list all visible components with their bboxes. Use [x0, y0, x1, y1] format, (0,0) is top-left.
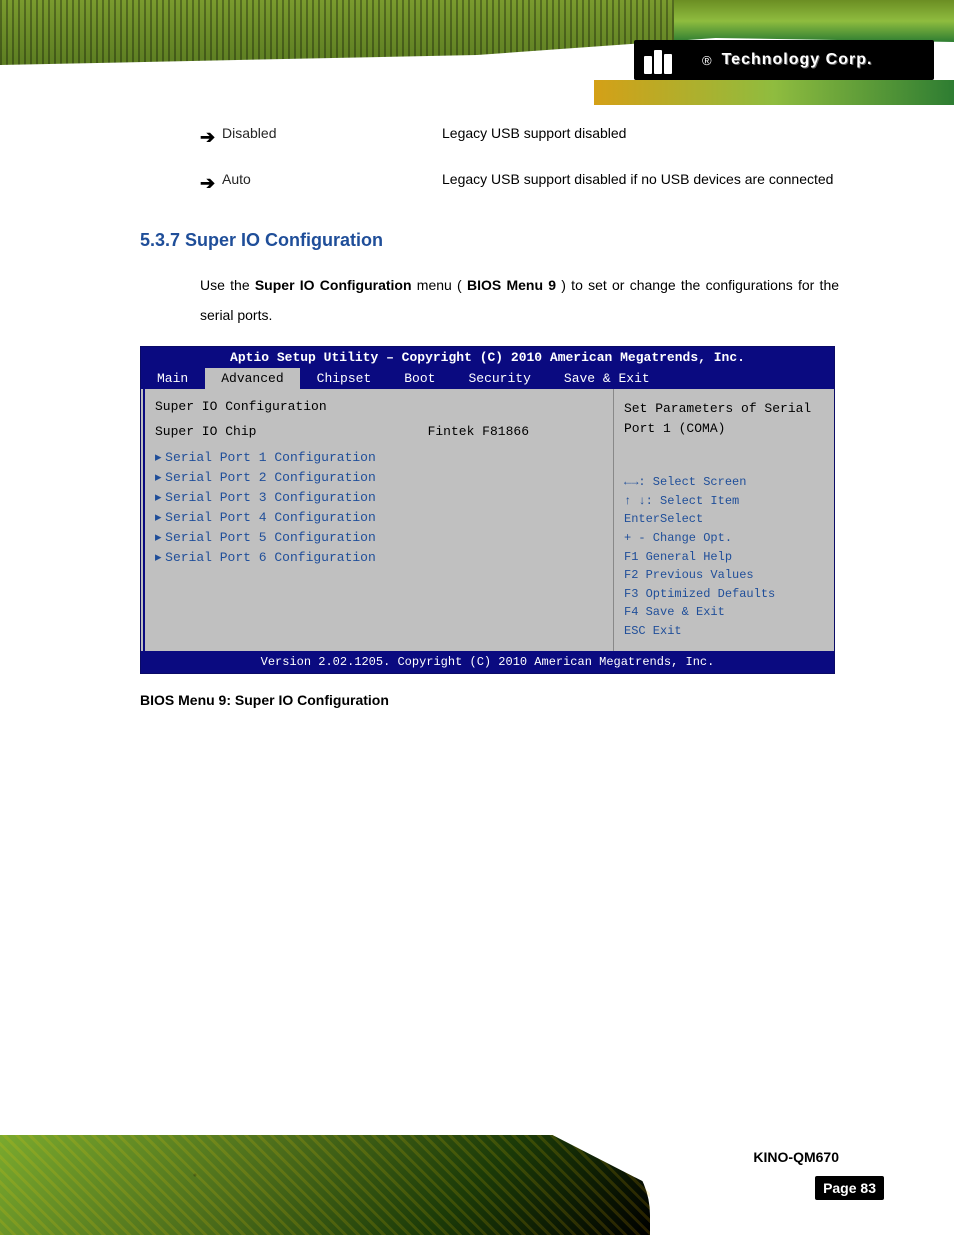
bios-tab-advanced[interactable]: Advanced — [205, 368, 300, 389]
bullet-label: Auto — [222, 166, 442, 193]
caret-right-icon: ▸ — [155, 449, 165, 464]
bios-nav-line: EnterSelect — [624, 510, 824, 529]
arrow-right-icon: ➔ — [200, 166, 222, 200]
bullet-description: Legacy USB support disabled if no USB de… — [442, 166, 839, 193]
product-label: KINO-QM670 — [753, 1149, 839, 1165]
bios-menu-item[interactable]: ▸ Serial Port 1 Configuration — [155, 447, 599, 467]
bios-tab-bar: Main Advanced Chipset Boot Security Save… — [141, 368, 834, 389]
bios-title: Aptio Setup Utility – Copyright (C) 2010… — [141, 347, 834, 368]
bios-menu-item[interactable]: ▸ Serial Port 2 Configuration — [155, 467, 599, 487]
page-number: Page 83 — [815, 1176, 884, 1200]
para-bold: BIOS Menu 9 — [467, 277, 556, 293]
bios-tab-boot[interactable]: Boot — [388, 368, 452, 389]
logo-text: Technology Corp. — [722, 51, 873, 69]
bios-nav-line: ←→: Select Screen — [624, 473, 824, 492]
bios-chip-label: Super IO Chip — [155, 424, 256, 439]
bios-menu-item[interactable]: ▸ Serial Port 5 Configuration — [155, 527, 599, 547]
bios-left-heading: Super IO Configuration — [155, 399, 599, 414]
bios-nav-line: F4 Save & Exit — [624, 603, 824, 622]
bottom-banner: KINO-QM670 Page 83 — [0, 1115, 954, 1235]
bios-item-label: Serial Port 2 Configuration — [165, 470, 376, 485]
section-paragraph: Use the Super IO Configuration menu ( BI… — [200, 271, 839, 330]
bios-menu-item[interactable]: ▸ Serial Port 4 Configuration — [155, 507, 599, 527]
caret-right-icon: ▸ — [155, 509, 165, 524]
bios-menu-item[interactable]: ▸ Serial Port 6 Configuration — [155, 547, 599, 567]
caret-right-icon: ▸ — [155, 489, 165, 504]
bios-item-label: Serial Port 4 Configuration — [165, 510, 376, 525]
bios-item-label: Serial Port 6 Configuration — [165, 550, 376, 565]
bios-menu-item[interactable]: ▸ Serial Port 3 Configuration — [155, 487, 599, 507]
bullet-row: ➔ Disabled Legacy USB support disabled — [200, 120, 839, 154]
bottom-decor — [0, 1135, 650, 1235]
bullet-label: Disabled — [222, 120, 442, 147]
bios-tab-chipset[interactable]: Chipset — [301, 368, 389, 389]
banner-accent-strip — [594, 80, 954, 105]
bios-nav-line: ↑ ↓: Select Item — [624, 492, 824, 511]
bios-nav-line: + - Change Opt. — [624, 529, 824, 548]
bios-footer: Version 2.02.1205. Copyright (C) 2010 Am… — [141, 651, 834, 673]
bullet-row: ➔ Auto Legacy USB support disabled if no… — [200, 166, 839, 200]
bios-right-panel: Set Parameters of Serial Port 1 (COMA) ←… — [614, 389, 834, 650]
bios-tab-main[interactable]: Main — [141, 368, 205, 389]
bios-nav-line: F3 Optimized Defaults — [624, 585, 824, 604]
bios-nav-line: F2 Previous Values — [624, 566, 824, 585]
bios-left-panel: Super IO Configuration Super IO Chip Fin… — [141, 389, 614, 650]
registered-mark: ® — [702, 53, 712, 68]
bios-chip-row: Super IO Chip Fintek F81866 — [155, 424, 599, 439]
bios-item-label: Serial Port 5 Configuration — [165, 530, 376, 545]
arrow-right-icon: ➔ — [200, 120, 222, 154]
logo-strip: ® Technology Corp. — [634, 40, 934, 80]
para-text: Use the — [200, 277, 255, 293]
caret-right-icon: ▸ — [155, 469, 165, 484]
iei-logo-icon — [644, 46, 694, 74]
para-text: menu ( — [417, 277, 462, 293]
bios-nav-line: ESC Exit — [624, 622, 824, 641]
para-bold: Super IO Configuration — [255, 277, 412, 293]
bios-body: Super IO Configuration Super IO Chip Fin… — [141, 389, 834, 650]
section-heading: 5.3.7 Super IO Configuration — [140, 230, 839, 251]
bullet-description: Legacy USB support disabled — [442, 120, 839, 147]
caret-right-icon: ▸ — [155, 529, 165, 544]
bios-tab-security[interactable]: Security — [452, 368, 547, 389]
bios-item-label: Serial Port 1 Configuration — [165, 450, 376, 465]
bios-nav-line: F1 General Help — [624, 548, 824, 567]
bios-hint: Set Parameters of Serial Port 1 (COMA) — [624, 399, 824, 438]
bios-item-label: Serial Port 3 Configuration — [165, 490, 376, 505]
top-banner: ® Technology Corp. — [0, 0, 954, 105]
bios-chip-value: Fintek F81866 — [428, 424, 529, 439]
bios-screenshot: Aptio Setup Utility – Copyright (C) 2010… — [140, 346, 835, 673]
main-content: ➔ Disabled Legacy USB support disabled ➔… — [0, 120, 954, 708]
figure-caption: BIOS Menu 9: Super IO Configuration — [140, 692, 839, 708]
bios-tab-save-exit[interactable]: Save & Exit — [548, 368, 667, 389]
caret-right-icon: ▸ — [155, 549, 165, 564]
